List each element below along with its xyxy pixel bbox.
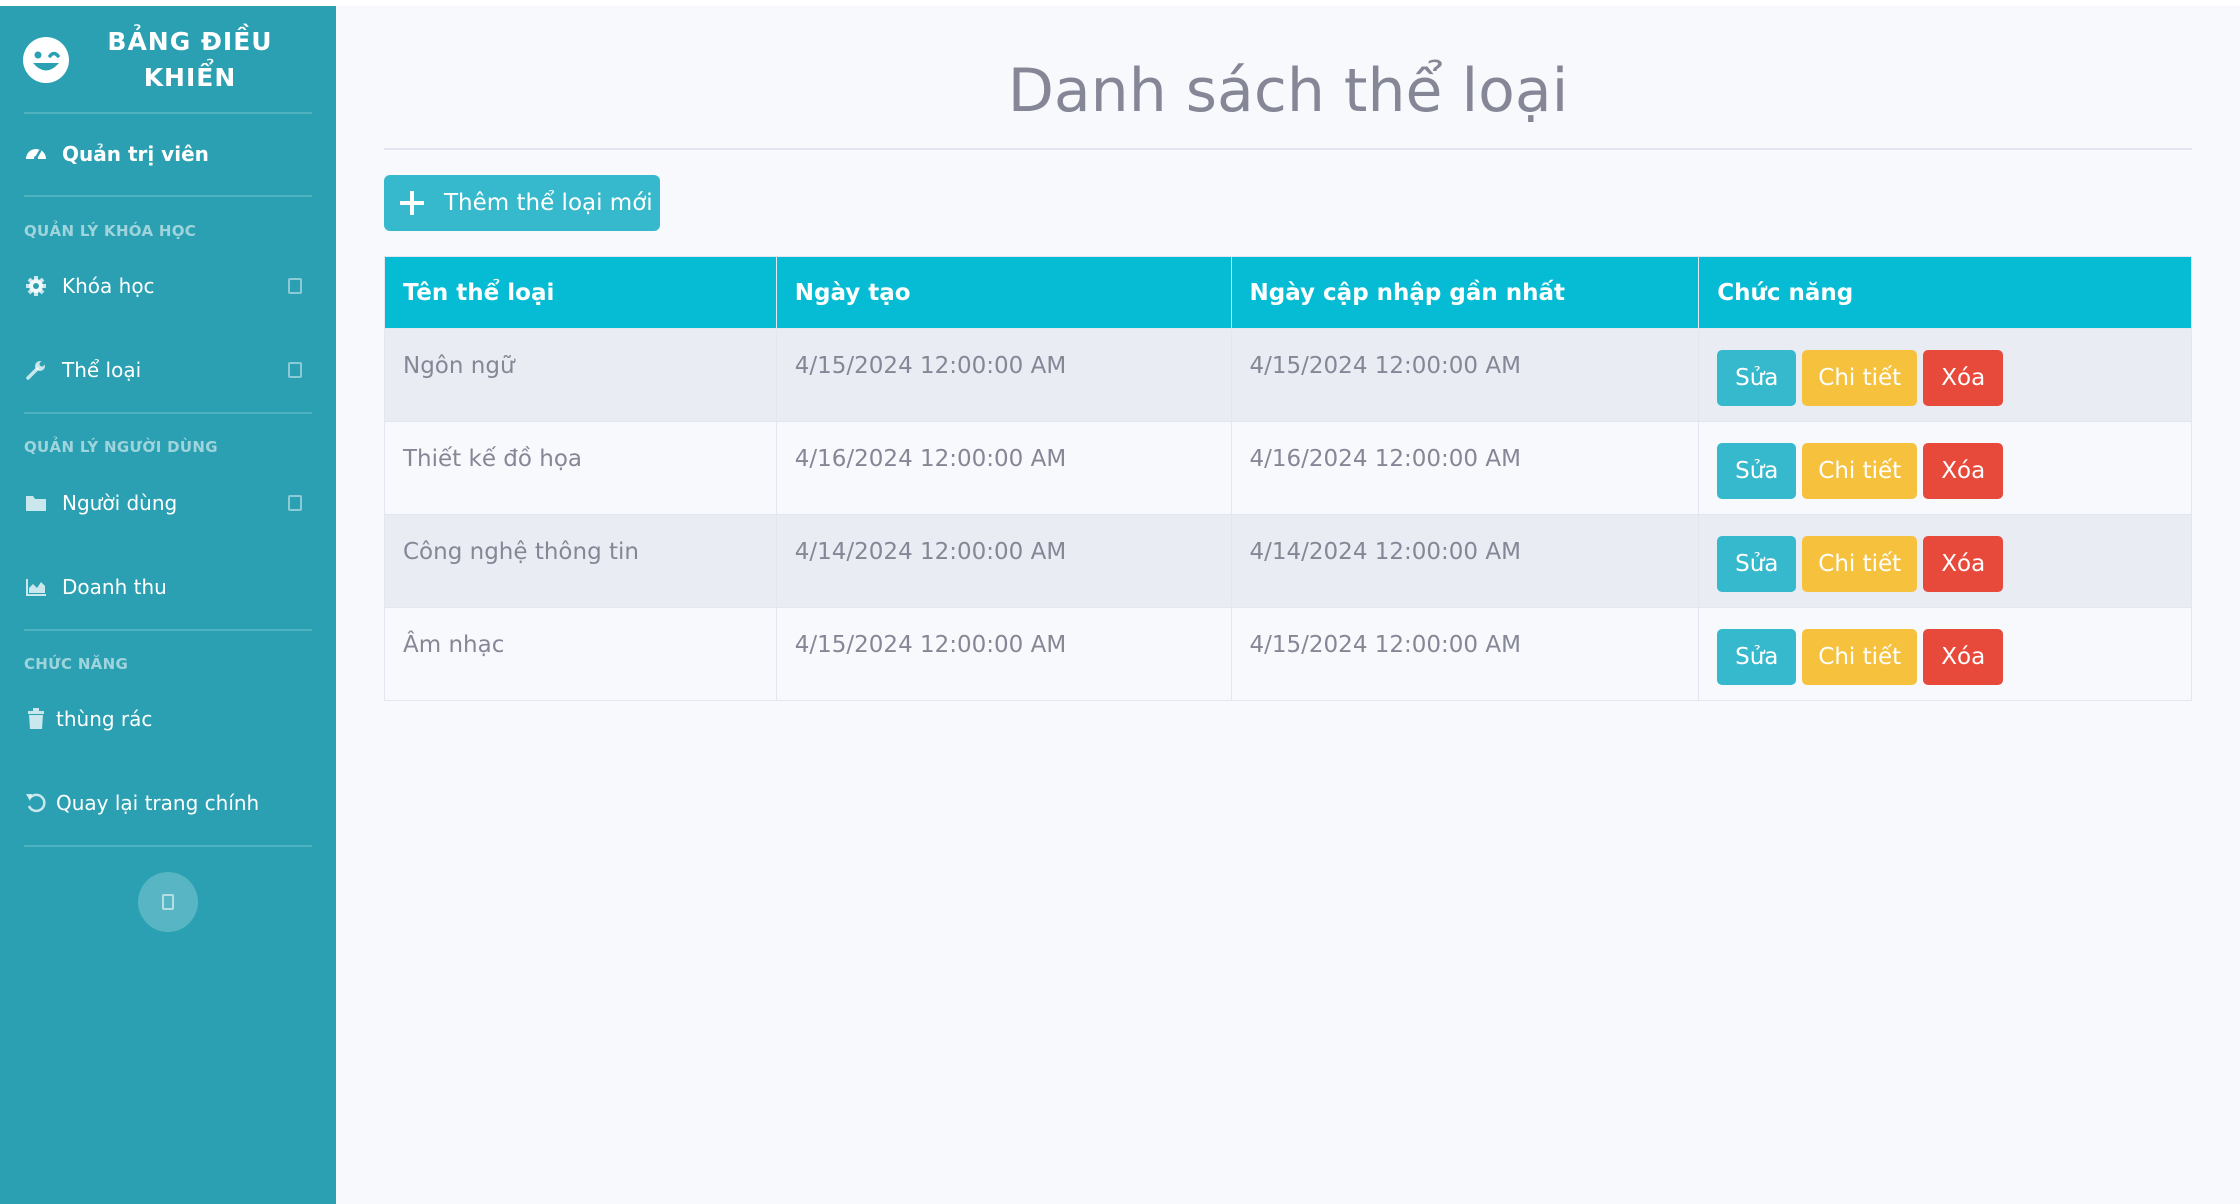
sidebar-item-categories[interactable]: Thể loại bbox=[24, 348, 312, 392]
sidebar-item-label: Doanh thu bbox=[62, 575, 167, 599]
sidebar-item-label: thùng rác bbox=[56, 707, 153, 731]
table-row: Thiết kế đồ họa 4/16/2024 12:00:00 AM 4/… bbox=[384, 421, 2192, 515]
delete-button[interactable]: Xóa bbox=[1923, 536, 2004, 592]
brand-title: BẢNG ĐIỀU KHIỂN bbox=[95, 24, 285, 96]
column-header-name: Tên thể loại bbox=[384, 256, 777, 329]
laugh-wink-icon bbox=[22, 36, 70, 84]
edit-button[interactable]: Sửa bbox=[1717, 536, 1797, 592]
sidebar-item-label: Khóa học bbox=[62, 274, 155, 298]
wrench-icon bbox=[24, 358, 48, 382]
chevron-icon bbox=[288, 362, 302, 378]
sidebar-toggle-button[interactable] bbox=[138, 872, 198, 932]
cog-icon bbox=[24, 274, 48, 298]
cell-updated: 4/14/2024 12:00:00 AM bbox=[1230, 514, 1700, 608]
delete-button[interactable]: Xóa bbox=[1923, 629, 2004, 685]
cell-name: Ngôn ngữ bbox=[384, 328, 777, 422]
sidebar: BẢNG ĐIỀU KHIỂN Quản trị viên QUẢN LÝ KH… bbox=[0, 6, 336, 1204]
sidebar-item-users[interactable]: Người dùng bbox=[24, 481, 312, 525]
category-table: Tên thể loại Ngày tạo Ngày cập nhập gần … bbox=[384, 256, 2192, 701]
sidebar-brand[interactable]: BẢNG ĐIỀU KHIỂN bbox=[0, 6, 336, 112]
plus-icon bbox=[400, 191, 424, 215]
cell-name: Công nghệ thông tin bbox=[384, 514, 777, 608]
sidebar-item-dashboard[interactable]: Quản trị viên bbox=[24, 132, 312, 176]
detail-button[interactable]: Chi tiết bbox=[1802, 536, 1918, 592]
cell-created: 4/16/2024 12:00:00 AM bbox=[775, 421, 1232, 515]
sidebar-item-label: Thể loại bbox=[62, 358, 142, 382]
add-category-label: Thêm thể loại mới bbox=[444, 190, 653, 216]
table-row: Âm nhạc 4/15/2024 12:00:00 AM 4/15/2024 … bbox=[384, 607, 2192, 701]
delete-button[interactable]: Xóa bbox=[1923, 443, 2004, 499]
table-header-row: Tên thể loại Ngày tạo Ngày cập nhập gần … bbox=[384, 256, 2192, 329]
sidebar-item-label: Quản trị viên bbox=[62, 142, 209, 166]
sidebar-item-label: Quay lại trang chính bbox=[56, 791, 260, 815]
cell-updated: 4/15/2024 12:00:00 AM bbox=[1230, 328, 1700, 422]
sidebar-divider bbox=[24, 629, 312, 631]
cell-actions: Sửa Chi tiết Xóa bbox=[1698, 421, 2192, 515]
cell-created: 4/15/2024 12:00:00 AM bbox=[775, 607, 1232, 701]
chevron-icon bbox=[288, 278, 302, 294]
table-row: Công nghệ thông tin 4/14/2024 12:00:00 A… bbox=[384, 514, 2192, 608]
toggle-icon bbox=[162, 894, 174, 910]
undo-icon bbox=[24, 791, 48, 815]
column-header-actions: Chức năng bbox=[1698, 256, 2192, 329]
add-category-button[interactable]: Thêm thể loại mới bbox=[384, 175, 660, 231]
sidebar-item-revenue[interactable]: Doanh thu bbox=[24, 565, 312, 609]
edit-button[interactable]: Sửa bbox=[1717, 443, 1797, 499]
cell-actions: Sửa Chi tiết Xóa bbox=[1698, 514, 2192, 608]
section-heading-users: QUẢN LÝ NGƯỜI DÙNG bbox=[24, 438, 218, 456]
cell-actions: Sửa Chi tiết Xóa bbox=[1698, 328, 2192, 422]
edit-button[interactable]: Sửa bbox=[1717, 629, 1797, 685]
cell-name: Thiết kế đồ họa bbox=[384, 421, 777, 515]
detail-button[interactable]: Chi tiết bbox=[1802, 629, 1918, 685]
section-heading-functions: CHỨC NĂNG bbox=[24, 655, 129, 673]
sidebar-item-trash[interactable]: thùng rác bbox=[24, 697, 312, 741]
brand-line-1: BẢNG ĐIỀU bbox=[107, 27, 273, 56]
sidebar-item-back-home[interactable]: Quay lại trang chính bbox=[24, 781, 312, 825]
brand-line-2: KHIỂN bbox=[143, 63, 237, 92]
detail-button[interactable]: Chi tiết bbox=[1802, 443, 1918, 499]
delete-button[interactable]: Xóa bbox=[1923, 350, 2004, 406]
main-content: Danh sách thể loại Thêm thể loại mới Tên… bbox=[336, 6, 2240, 1204]
cell-created: 4/15/2024 12:00:00 AM bbox=[775, 328, 1232, 422]
section-heading-courses: QUẢN LÝ KHÓA HỌC bbox=[24, 222, 197, 240]
cell-name: Âm nhạc bbox=[384, 607, 777, 701]
detail-button[interactable]: Chi tiết bbox=[1802, 350, 1918, 406]
sidebar-divider bbox=[24, 112, 312, 114]
cell-updated: 4/15/2024 12:00:00 AM bbox=[1230, 607, 1700, 701]
table-row: Ngôn ngữ 4/15/2024 12:00:00 AM 4/15/2024… bbox=[384, 328, 2192, 422]
sidebar-divider bbox=[24, 195, 312, 197]
title-divider bbox=[384, 148, 2192, 150]
trash-icon bbox=[24, 707, 48, 731]
sidebar-divider bbox=[24, 412, 312, 414]
tachometer-icon bbox=[24, 142, 48, 166]
cell-created: 4/14/2024 12:00:00 AM bbox=[775, 514, 1232, 608]
cell-updated: 4/16/2024 12:00:00 AM bbox=[1230, 421, 1700, 515]
sidebar-item-label: Người dùng bbox=[62, 491, 178, 515]
area-chart-icon bbox=[24, 575, 48, 599]
sidebar-item-courses[interactable]: Khóa học bbox=[24, 264, 312, 308]
cell-actions: Sửa Chi tiết Xóa bbox=[1698, 607, 2192, 701]
column-header-created: Ngày tạo bbox=[775, 256, 1232, 329]
edit-button[interactable]: Sửa bbox=[1717, 350, 1797, 406]
page-title: Danh sách thể loại bbox=[1007, 56, 1569, 126]
folder-icon bbox=[24, 491, 48, 515]
sidebar-divider bbox=[24, 845, 312, 847]
chevron-icon bbox=[288, 495, 302, 511]
column-header-updated: Ngày cập nhập gần nhất bbox=[1230, 256, 1700, 329]
